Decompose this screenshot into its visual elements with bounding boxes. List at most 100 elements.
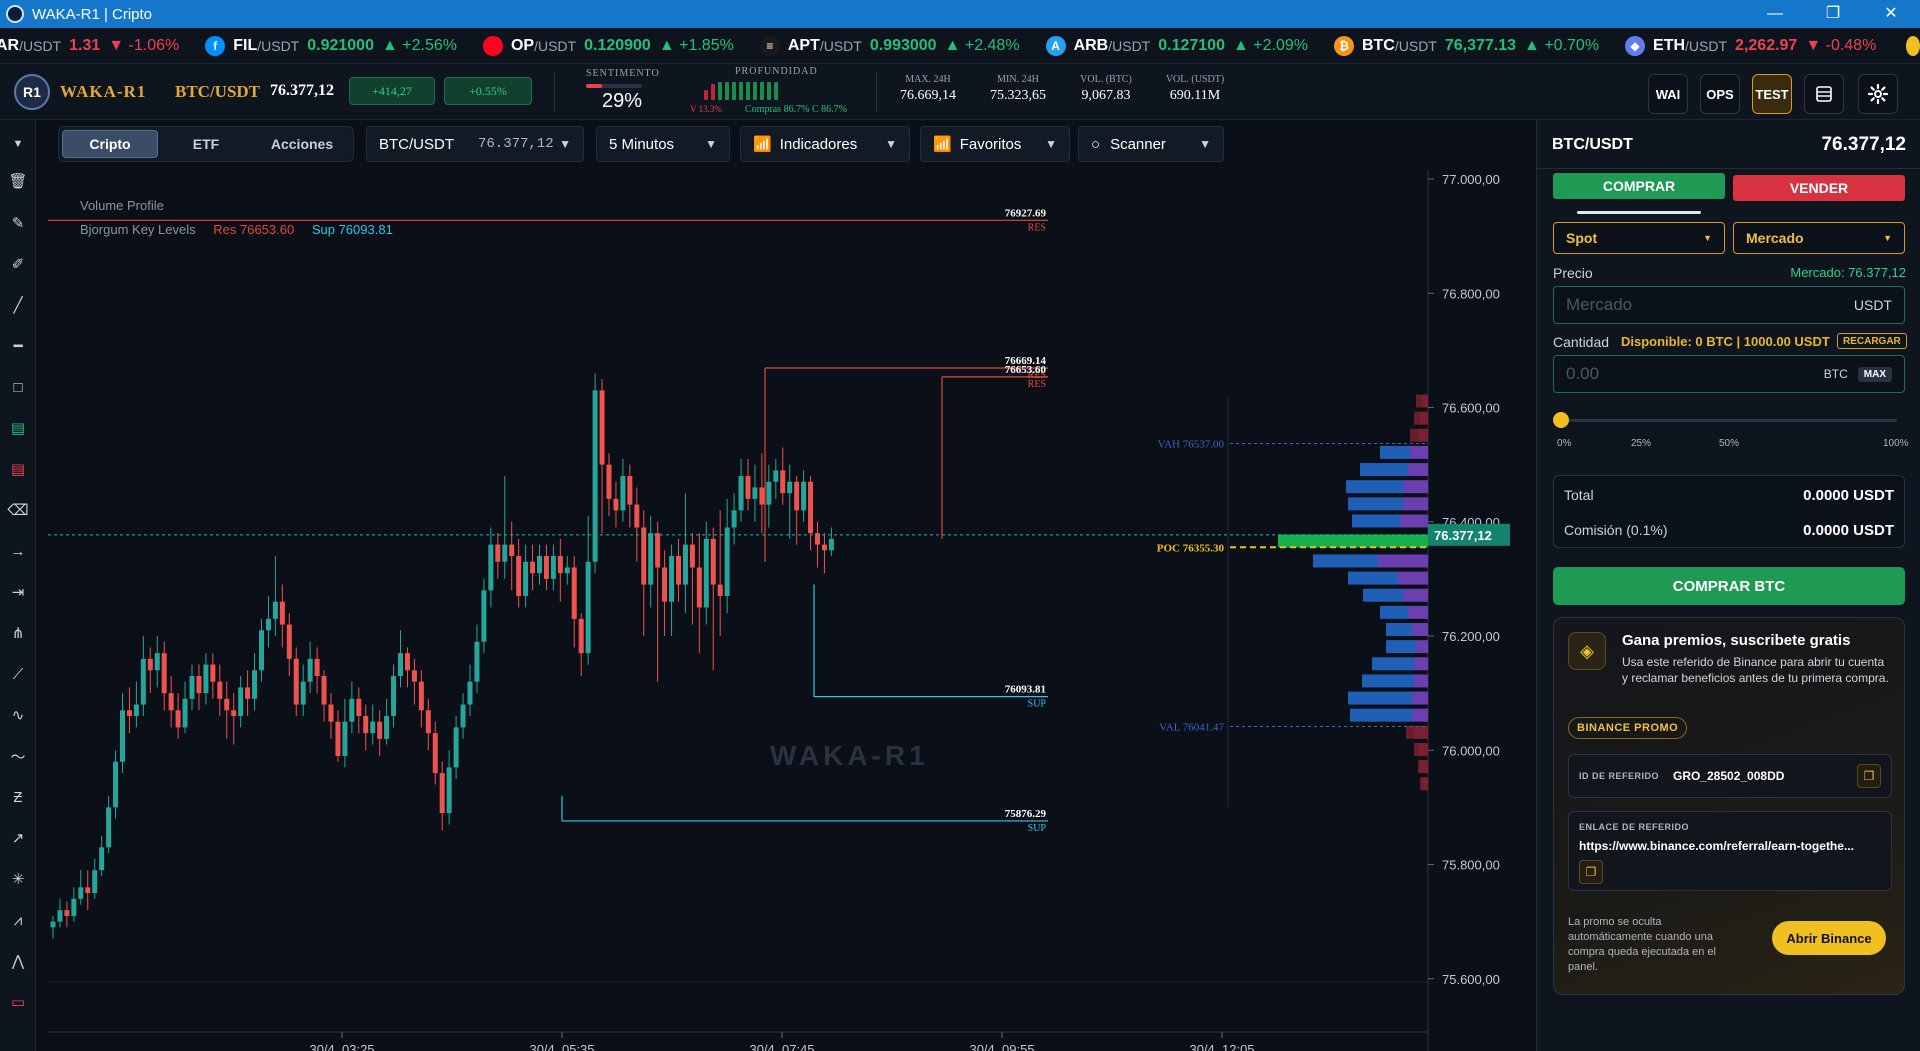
tab-acciones[interactable]: Acciones xyxy=(254,130,350,158)
chart-canvas[interactable]: 77.000,0076.800,0076.600,0076.400,0076.2… xyxy=(48,170,1528,1051)
ops-button[interactable]: OPS xyxy=(1700,74,1740,114)
candle-body xyxy=(564,567,570,574)
favorites-label: Favoritos xyxy=(959,135,1022,153)
candle-body xyxy=(808,481,814,534)
ray-icon[interactable]: ⇥ xyxy=(8,582,28,602)
candle-body xyxy=(384,715,390,739)
copy-icon[interactable]: ❐ xyxy=(1579,860,1603,884)
price-chart[interactable]: Volume Profile Bjorgum Key Levels Res 76… xyxy=(48,170,1528,1051)
caret-down-icon: ▼ xyxy=(559,137,571,151)
brush-icon[interactable]: ✐ xyxy=(8,254,28,274)
wave-icon[interactable]: 〜 xyxy=(8,746,28,766)
ticker-change: ▲ +2.48% xyxy=(944,36,1020,54)
quantity-input[interactable]: 0.00 BTC MAX xyxy=(1553,355,1905,393)
volume-profile-bar xyxy=(1420,777,1422,791)
slider-tick[interactable]: 50% xyxy=(1719,438,1739,449)
open-binance-button[interactable]: Abrir Binance xyxy=(1772,921,1886,955)
eraser-icon[interactable]: ⌫ xyxy=(7,500,28,520)
volume-profile-bar xyxy=(1414,411,1420,425)
coin-icon xyxy=(1906,35,1920,56)
slider-tick[interactable]: 0% xyxy=(1557,438,1571,449)
candle-body xyxy=(585,561,591,654)
market-type-select[interactable]: Spot ▼ xyxy=(1553,222,1725,254)
max-button[interactable]: MAX xyxy=(1857,366,1892,382)
symbol-select[interactable]: BTC/USDT 76.377,12 ▼ xyxy=(366,126,584,162)
indicators-label: Indicadores xyxy=(779,135,858,153)
app-logo: R1 xyxy=(14,74,50,110)
slider-tick[interactable]: 25% xyxy=(1631,438,1651,449)
test-button[interactable]: TEST xyxy=(1752,74,1792,114)
candle-body xyxy=(307,658,313,682)
candle-body xyxy=(745,476,751,499)
trend-line-icon[interactable]: ╱ xyxy=(8,295,28,315)
candle-body xyxy=(523,561,529,597)
caret-down-icon: ▼ xyxy=(1703,233,1712,243)
arrow-icon[interactable]: → xyxy=(8,541,28,561)
ticker-item-apt[interactable]: ≡ APT/USDT 0.993000 ▲ +2.48% xyxy=(759,35,1020,56)
y-tick-label: 76.600,00 xyxy=(1442,401,1500,416)
ticker-item-arb[interactable]: A ARB/USDT 0.127100 ▲ +2.09% xyxy=(1045,35,1308,56)
ticker-item-ar[interactable]: AR/USDT 1.31 ▼ -1.06% xyxy=(0,37,179,55)
rectangle-icon[interactable]: □ xyxy=(8,377,28,397)
order-type-select[interactable]: Mercado ▼ xyxy=(1733,222,1905,254)
minimize-button[interactable]: — xyxy=(1746,0,1804,28)
referral-id-label: ID DE REFERIDO xyxy=(1579,771,1660,781)
measure-icon[interactable]: ⟋ xyxy=(8,664,28,684)
path-icon[interactable]: ↗ xyxy=(8,828,28,848)
ticker-item-op[interactable]: OP/USDT 0.120900 ▲ +1.85% xyxy=(482,35,734,56)
pencil-icon[interactable]: ✎ xyxy=(8,213,28,233)
sell-tab[interactable]: VENDER xyxy=(1733,175,1905,201)
buy-btc-button[interactable]: COMPRAR BTC xyxy=(1553,567,1905,605)
pattern-icon[interactable]: ∿ xyxy=(8,705,28,725)
tab-cripto[interactable]: Cripto xyxy=(62,130,158,158)
scanner-dropdown[interactable]: ○ Scanner ▼ xyxy=(1078,126,1224,162)
volume-profile-bar xyxy=(1410,445,1428,459)
short-position-icon[interactable]: ▤ xyxy=(8,459,28,479)
price-input[interactable]: Mercado USDT xyxy=(1553,286,1905,324)
ticker-item-eth[interactable]: ◆ ETH/USDT 2,262.97 ▼ -0.48% xyxy=(1625,35,1877,56)
candle-body xyxy=(245,687,251,699)
abcd-icon[interactable]: ⋀ xyxy=(8,951,28,971)
candle-body xyxy=(502,544,508,562)
ticker-item-fil[interactable]: f FIL/USDT 0.921000 ▲ +2.56% xyxy=(205,35,457,56)
gear-icon[interactable] xyxy=(1858,74,1898,114)
cross-icon[interactable]: ✳ xyxy=(8,869,28,889)
drawing-toolbar: ▼ 🗑 ✎ ✐ ╱ ━ □ ▤ ▤ ⌫ → ⇥ ⋔ ⟋ ∿ 〜 Ƶ ↗ ✳ ⩘ … xyxy=(0,120,36,1051)
depth-bars xyxy=(704,82,778,100)
layout-icon[interactable] xyxy=(1804,74,1844,114)
elliott-icon[interactable]: ⩘ xyxy=(8,910,28,930)
eth-coin-icon: ◆ xyxy=(1625,35,1646,56)
op-coin-icon xyxy=(482,35,503,56)
long-position-icon[interactable]: ▤ xyxy=(8,418,28,438)
horizontal-line-icon[interactable]: ━ xyxy=(8,336,28,356)
trash-icon[interactable]: 🗑 xyxy=(8,171,28,191)
tab-etf[interactable]: ETF xyxy=(158,130,254,158)
volume-profile-bar xyxy=(1403,497,1428,511)
candle-body xyxy=(557,556,563,574)
ticker-item-btc[interactable]: ₿ BTC/USDT 76,377.13 ▲ +0.70% xyxy=(1333,35,1599,56)
close-button[interactable]: ✕ xyxy=(1862,0,1920,28)
buy-tab[interactable]: COMPRAR xyxy=(1553,173,1725,199)
pitchfork-icon[interactable]: ⋔ xyxy=(8,623,28,643)
ticker-change: ▼ -0.48% xyxy=(1805,36,1877,54)
amount-slider-track[interactable] xyxy=(1561,419,1897,422)
apt-coin-icon: ≡ xyxy=(759,35,780,56)
divider xyxy=(876,72,877,112)
recharge-button[interactable]: RECARGAR xyxy=(1837,333,1907,349)
copy-icon[interactable]: ❐ xyxy=(1857,764,1881,788)
wai-button[interactable]: WAI xyxy=(1648,74,1688,114)
collapse-icon[interactable]: ▼ xyxy=(8,134,28,154)
referral-link[interactable]: https://www.binance.com/referral/earn-to… xyxy=(1579,839,1879,853)
maximize-button[interactable]: ❐ xyxy=(1804,0,1862,28)
indicators-dropdown[interactable]: 📶 Indicadores ▼ xyxy=(740,126,910,162)
favorites-dropdown[interactable]: 📶 Favoritos ▼ xyxy=(920,126,1070,162)
interval-select[interactable]: 5 Minutos ▼ xyxy=(596,126,730,162)
zigzag-icon[interactable]: Ƶ xyxy=(8,787,28,807)
ticker-pair: /USDT xyxy=(1685,37,1728,54)
candle-body xyxy=(439,773,445,814)
slider-tick[interactable]: 100% xyxy=(1883,438,1909,449)
range-icon[interactable]: ▭ xyxy=(8,992,28,1012)
ticker-price: 0.921000 xyxy=(307,36,374,54)
amount-slider-handle[interactable] xyxy=(1553,412,1569,428)
candle-body xyxy=(620,476,626,511)
